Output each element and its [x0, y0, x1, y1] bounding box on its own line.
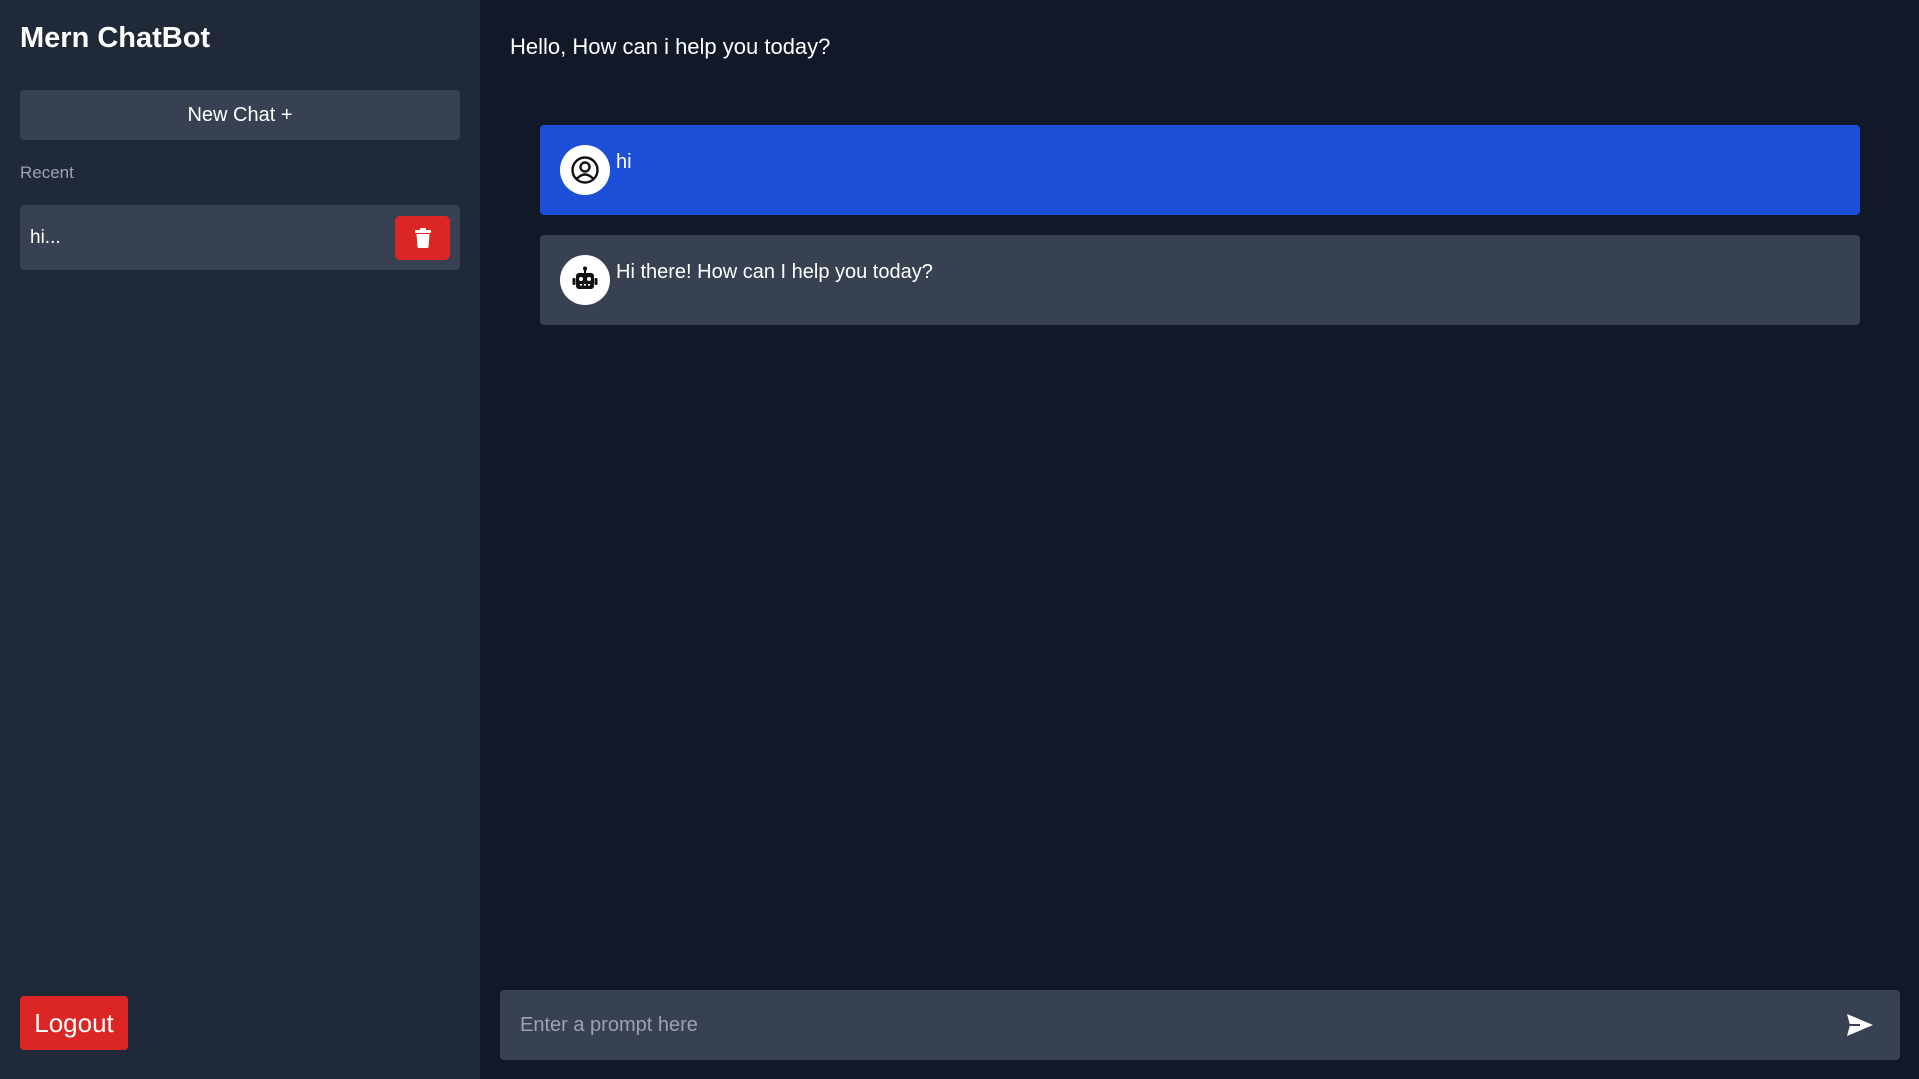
- app-root: Mern ChatBot New Chat + Recent hi... Log…: [0, 0, 1919, 1079]
- robot-icon: [572, 266, 598, 289]
- send-icon: [1847, 1014, 1873, 1036]
- user-circle-icon: [571, 156, 599, 184]
- bot-message-text: Hi there! How can I help you today?: [616, 261, 933, 283]
- sidebar: Mern ChatBot New Chat + Recent hi... Log…: [0, 0, 480, 1079]
- recent-chat-item[interactable]: hi...: [20, 205, 460, 270]
- user-avatar: [560, 145, 610, 195]
- user-message: hi: [540, 125, 1860, 215]
- trash-icon: [414, 227, 431, 248]
- recent-chat-item-label: hi...: [30, 226, 61, 248]
- bot-avatar: [560, 255, 610, 305]
- delete-chat-button[interactable]: [395, 215, 450, 260]
- bot-message: Hi there! How can I help you today?: [540, 235, 1860, 325]
- send-button[interactable]: [1840, 1005, 1880, 1045]
- greeting-text: Hello, How can i help you today?: [510, 34, 831, 59]
- new-chat-button[interactable]: New Chat +: [20, 90, 460, 140]
- prompt-input[interactable]: [520, 990, 1840, 1060]
- prompt-bar: [500, 990, 1900, 1060]
- recent-section-label: Recent: [20, 163, 74, 182]
- user-message-text: hi: [616, 151, 632, 173]
- logout-button[interactable]: Logout: [20, 996, 128, 1050]
- app-title: Mern ChatBot: [20, 22, 211, 54]
- chat-main: Hello, How can i help you today? hi Hi t…: [480, 0, 1919, 1079]
